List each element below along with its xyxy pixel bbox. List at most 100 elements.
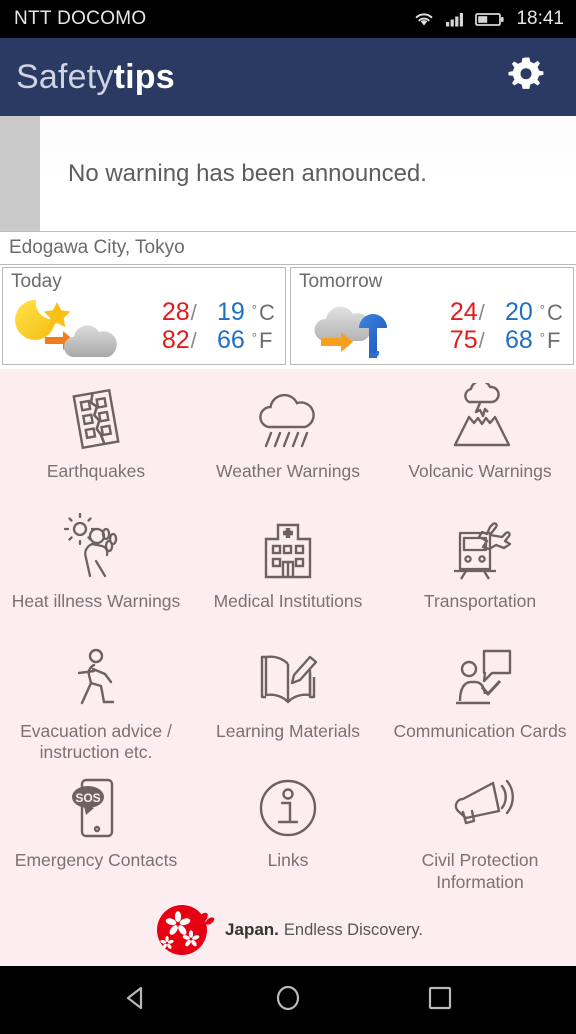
home-button[interactable] (271, 981, 305, 1020)
logo-wordmark: Japan. Endless Discovery. (225, 920, 423, 940)
weather-panel: Today 28 / 19 ° C 82 / 66 ° F Tomorrow 2… (0, 265, 576, 369)
gear-icon (508, 57, 544, 89)
japan-endless-discovery-logo[interactable]: Japan. Endless Discovery. (153, 901, 423, 959)
person-speech-bubble-icon (442, 641, 518, 717)
signal-icon (446, 13, 464, 27)
weather-temp-celsius-today: 28 / 19 ° C (123, 298, 279, 326)
unit-celsius-today: C (259, 300, 275, 326)
svg-text:SOS: SOS (75, 791, 100, 805)
weather-temp-celsius-tomorrow: 24 / 20 ° C (411, 298, 567, 326)
settings-button[interactable] (496, 45, 556, 110)
temp-low-c-today: 19 (216, 298, 245, 327)
unit-fahrenheit-tomorrow: F (547, 328, 561, 354)
menu-item-heat-illness-warnings[interactable]: Heat illness Warnings (0, 505, 192, 635)
carrier-label: NTT DOCOMO (14, 8, 147, 29)
info-circle-icon (252, 770, 324, 846)
app-title-bold: tips (113, 58, 175, 96)
temp-high-c-today: 28 (161, 298, 190, 327)
menu-item-label: Emergency Contacts (14, 850, 178, 871)
weather-day-label-today: Today (11, 271, 62, 292)
menu-item-transportation[interactable]: Transportation (384, 505, 576, 635)
warning-side-strip (0, 116, 40, 231)
menu-item-learning-materials[interactable]: Learning Materials (192, 635, 384, 765)
warning-body: No warning has been announced. (40, 116, 576, 231)
location-label: Edogawa City, Tokyo (9, 237, 185, 258)
menu-item-weather-warnings[interactable]: Weather Warnings (192, 375, 384, 505)
warning-message: No warning has been announced. (68, 159, 427, 187)
degree-symbol: ° (539, 330, 545, 346)
volcano-icon (442, 381, 518, 457)
temp-separator: / (190, 328, 197, 354)
menu-item-label: Volcanic Warnings (408, 461, 552, 481)
recents-square-icon (428, 986, 452, 1009)
temp-high-f-today: 82 (161, 326, 190, 355)
warning-banner[interactable]: No warning has been announced. (0, 116, 576, 232)
menu-item-medical-institutions[interactable]: Medical Institutions (192, 505, 384, 635)
menu-item-label: Communication Cards (393, 720, 567, 741)
degree-symbol: ° (251, 330, 257, 346)
hospital-icon (252, 511, 324, 587)
wifi-icon (416, 13, 433, 26)
temp-low-f-tomorrow: 68 (504, 326, 533, 355)
menu-item-earthquakes[interactable]: Earthquakes (0, 375, 192, 505)
menu-item-label: Learning Materials (216, 720, 360, 741)
temp-high-c-tomorrow: 24 (449, 298, 478, 327)
menu-item-label: Weather Warnings (216, 461, 360, 481)
app-title-light: Safety (16, 58, 114, 96)
status-bar: NTT DOCOMO 18:41 (0, 0, 576, 38)
degree-symbol: ° (251, 302, 257, 318)
japan-cherry-blossom-icon (157, 905, 215, 955)
weather-temp-fahrenheit-today: 82 / 66 ° F (123, 326, 279, 354)
temp-low-f-today: 66 (216, 326, 245, 355)
home-circle-icon (276, 985, 300, 1010)
menu-item-label: Medical Institutions (213, 590, 363, 611)
recents-button[interactable] (423, 981, 457, 1020)
temp-separator: / (478, 328, 485, 354)
menu-item-label: Transportation (423, 590, 537, 611)
temp-separator: / (478, 300, 485, 326)
app-title: Safetytips (16, 60, 175, 94)
menu-grid: Earthquakes Weather Warnings Volcanic Wa… (0, 369, 576, 894)
location-bar[interactable]: Edogawa City, Tokyo (0, 232, 576, 265)
cracked-building-icon (60, 381, 132, 457)
running-person-icon (60, 641, 132, 717)
back-button[interactable] (119, 981, 153, 1020)
logo-primary-text: Japan. (225, 920, 279, 939)
weather-temps-today: 28 / 19 ° C 82 / 66 ° F (123, 298, 279, 357)
menu-item-label: Links (267, 850, 309, 871)
weather-card-today[interactable]: Today 28 / 19 ° C 82 / 66 ° F (2, 267, 286, 365)
menu-item-links[interactable]: Links (192, 764, 384, 894)
open-book-pen-icon (251, 641, 325, 717)
menu-item-emergency-contacts[interactable]: SOS Emergency Contacts (0, 764, 192, 894)
logo-secondary-text: Endless Discovery. (283, 921, 423, 939)
back-triangle-icon (126, 986, 143, 1009)
clock-label: 18:41 (516, 8, 564, 29)
status-icons: 18:41 (413, 8, 564, 30)
weather-day-label-tomorrow: Tomorrow (299, 271, 383, 292)
weather-temps-tomorrow: 24 / 20 ° C 75 / 68 ° F (411, 298, 567, 357)
degree-symbol: ° (539, 302, 545, 318)
unit-celsius-tomorrow: C (547, 300, 563, 326)
menu-item-label: Earthquakes (46, 461, 146, 481)
menu-item-evacuation-advice[interactable]: Evacuation advice / instruction etc. (0, 635, 192, 765)
weather-card-tomorrow[interactable]: Tomorrow 24 / 20 ° C 75 / 68 ° F (290, 267, 574, 365)
menu-item-label: Evacuation advice / instruction etc. (20, 720, 172, 763)
battery-icon (475, 13, 505, 26)
app-screen: NTT DOCOMO 18:41 Safetytips No warning h… (0, 0, 576, 1034)
moon-star-cloud-icon (11, 294, 123, 362)
app-bar: Safetytips (0, 38, 576, 116)
weather-temp-fahrenheit-tomorrow: 75 / 68 ° F (411, 326, 567, 354)
phone-sos-icon: SOS (60, 770, 132, 846)
temp-separator: / (190, 300, 197, 326)
menu-item-label: Heat illness Warnings (11, 590, 181, 611)
rain-cloud-icon (251, 381, 325, 457)
temp-high-f-tomorrow: 75 (449, 326, 478, 355)
train-plane-icon (442, 511, 518, 587)
footer-logo-area: Japan. Endless Discovery. (0, 894, 576, 966)
menu-item-civil-protection-information[interactable]: Civil Protection Information (384, 764, 576, 894)
megaphone-icon (442, 770, 518, 846)
menu-item-volcanic-warnings[interactable]: Volcanic Warnings (384, 375, 576, 505)
sun-person-sweating-icon (59, 511, 133, 587)
menu-item-communication-cards[interactable]: Communication Cards (384, 635, 576, 765)
temp-low-c-tomorrow: 20 (504, 298, 533, 327)
